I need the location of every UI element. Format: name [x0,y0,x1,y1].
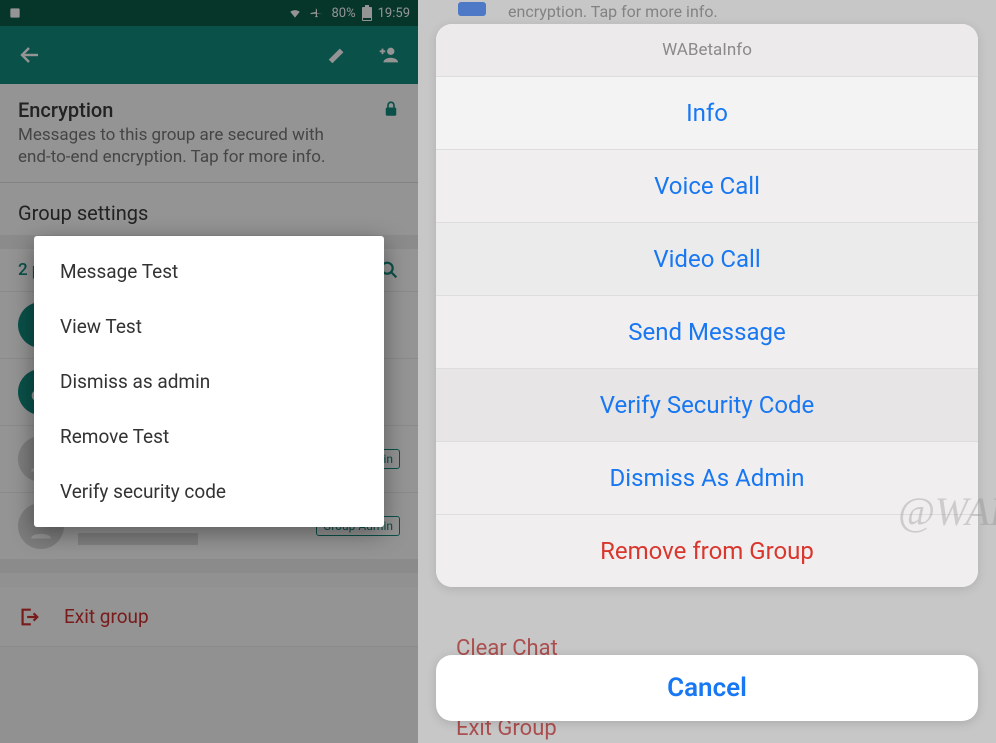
sheet-remove-group[interactable]: Remove from Group [436,515,978,587]
menu-view[interactable]: View Test [34,299,384,354]
sheet-voice-call[interactable]: Voice Call [436,150,978,223]
sheet-dismiss-admin[interactable]: Dismiss As Admin [436,442,978,515]
sheet-info[interactable]: Info [436,77,978,150]
menu-verify[interactable]: Verify security code [34,464,384,519]
sheet-verify[interactable]: Verify Security Code [436,369,978,442]
android-screenshot: 80% 19:59 Encryption Messages to this gr… [0,0,418,743]
ios-screenshot: encryption. Tap for more info. Clear Cha… [418,0,996,743]
menu-dismiss[interactable]: Dismiss as admin [34,354,384,409]
context-menu: Message Test View Test Dismiss as admin … [34,236,384,527]
cancel-button[interactable]: Cancel [436,655,978,721]
menu-message[interactable]: Message Test [34,244,384,299]
action-sheet: WABetaInfo Info Voice Call Video Call Se… [436,24,978,587]
sheet-title: WABetaInfo [436,24,978,77]
sheet-send-message[interactable]: Send Message [436,296,978,369]
sheet-video-call[interactable]: Video Call [436,223,978,296]
menu-remove[interactable]: Remove Test [34,409,384,464]
